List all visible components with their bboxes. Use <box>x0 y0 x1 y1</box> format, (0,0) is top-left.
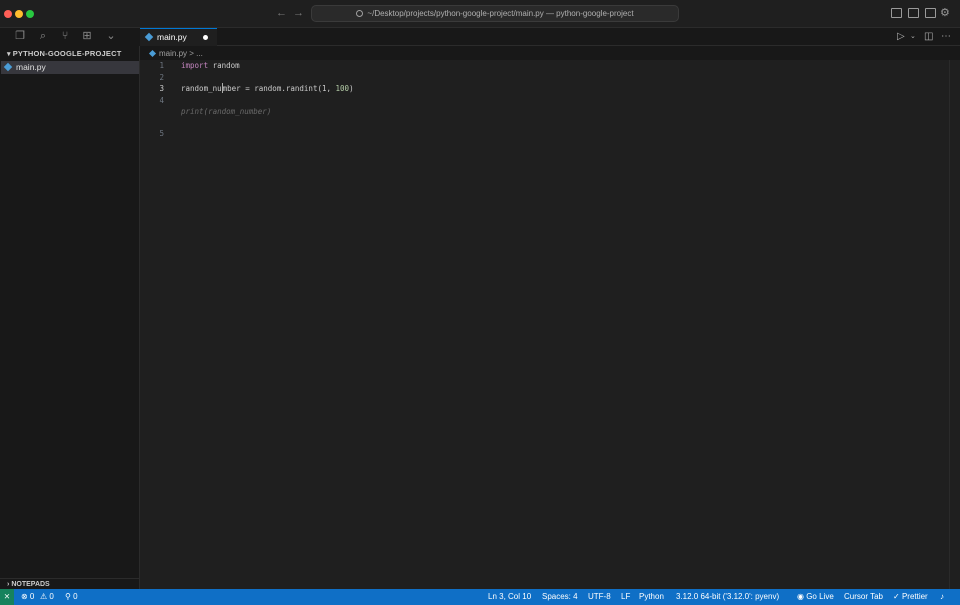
breadcrumb-file[interactable]: main.py <box>159 49 187 58</box>
python-file-icon <box>144 32 154 42</box>
line-number: 5 <box>159 129 164 138</box>
sidebar-item-main-py[interactable]: main.py <box>1 61 139 74</box>
unsaved-dot-icon[interactable] <box>203 35 208 40</box>
run-icon[interactable]: ▷ <box>897 31 905 43</box>
code-editor[interactable]: 1 2 3 4 5 import random random_number = … <box>140 60 960 589</box>
code-line-1[interactable]: import random <box>181 60 240 72</box>
toggle-panel-icon[interactable] <box>908 8 919 18</box>
sidebar: ▾ PYTHON-GOOGLE-PROJECT main.py <box>0 46 140 589</box>
prettier-button[interactable]: ✓ Prettier <box>893 589 928 605</box>
breadcrumb: main.py > ... <box>148 47 203 60</box>
go-live-label: Go Live <box>806 592 834 601</box>
status-bar: ⨯ ⊗ 0 ⚠ 0 ⚲ 0 Ln 3, Col 10 Spaces: 4 UTF… <box>0 589 960 605</box>
chevron-down-icon[interactable]: ⌄ <box>105 30 117 42</box>
forward-arrow-icon[interactable]: → <box>293 7 304 19</box>
split-editor-icon[interactable]: ◫ <box>924 31 933 43</box>
title-bar: ← → ~/Desktop/projects/python-google-pro… <box>0 0 960 28</box>
toggle-secondary-sidebar-icon[interactable] <box>925 8 936 18</box>
back-arrow-icon[interactable]: ← <box>276 7 287 19</box>
minimize-window-button[interactable] <box>15 10 23 18</box>
activity-bar: ❐ ⌕ ⑂ ⊞ ⌄ <box>0 28 140 46</box>
remote-indicator-icon[interactable]: ⨯ <box>0 589 14 605</box>
broadcast-icon: ◉ <box>797 592 807 601</box>
breadcrumb-rest[interactable]: ... <box>196 49 203 58</box>
settings-gear-icon[interactable]: ⚙ <box>940 6 950 19</box>
cursor-tab-button[interactable]: Cursor Tab <box>844 589 883 605</box>
chevron-down-icon: ▾ <box>7 51 11 58</box>
check-icon: ✓ <box>893 592 902 601</box>
notepads-label: NOTEPADS <box>11 581 50 588</box>
line-number: 1 <box>159 61 164 70</box>
ports-count[interactable]: ⚲ 0 <box>65 589 78 605</box>
close-window-button[interactable] <box>4 10 12 18</box>
window-title: ~/Desktop/projects/python-google-project… <box>367 9 634 18</box>
go-live-button[interactable]: ◉ Go Live <box>797 589 834 605</box>
code-text: mber = random.randint(1, <box>222 84 336 93</box>
maximize-window-button[interactable] <box>26 10 34 18</box>
errors-count[interactable]: ⊗ 0 <box>21 589 34 605</box>
notifications-bell-icon[interactable]: ♪ <box>940 589 944 605</box>
toggle-sidebar-icon[interactable] <box>891 8 902 18</box>
language-mode[interactable]: Python <box>639 589 664 605</box>
warnings-count[interactable]: ⚠ 0 <box>40 589 54 605</box>
run-dropdown-icon[interactable]: ⌄ <box>910 31 916 43</box>
tab-main-py[interactable]: main.py <box>140 28 217 46</box>
keyword-import: import <box>181 61 209 70</box>
search-icon <box>356 10 364 17</box>
line-number: 4 <box>159 96 164 105</box>
code-text: random <box>208 61 240 70</box>
ghost-suggestion[interactable]: print(random_number) <box>181 106 271 118</box>
command-center[interactable]: ~/Desktop/projects/python-google-project… <box>311 5 679 22</box>
prettier-label: Prettier <box>901 592 928 601</box>
search-view-icon[interactable]: ⌕ <box>37 30 49 42</box>
line-number-active: 3 <box>159 84 164 93</box>
extensions-icon[interactable]: ⊞ <box>81 30 93 42</box>
python-file-icon <box>3 62 13 72</box>
breadcrumb-separator: > <box>189 49 194 58</box>
project-section-header[interactable]: ▾ PYTHON-GOOGLE-PROJECT <box>0 47 140 61</box>
explorer-icon[interactable]: ❐ <box>14 30 26 42</box>
code-text: ) <box>349 84 354 93</box>
more-actions-icon[interactable]: ⋯ <box>941 31 951 43</box>
tab-label: main.py <box>157 32 187 42</box>
source-control-icon[interactable]: ⑂ <box>59 30 71 42</box>
encoding[interactable]: UTF-8 <box>588 589 611 605</box>
code-text: random_nu <box>181 84 222 93</box>
indentation[interactable]: Spaces: 4 <box>542 589 578 605</box>
project-name: PYTHON-GOOGLE-PROJECT <box>12 49 122 58</box>
number-literal: 100 <box>335 84 350 93</box>
python-file-icon <box>148 49 157 58</box>
minimap-divider <box>949 60 950 589</box>
python-interpreter[interactable]: 3.12.0 64-bit ('3.12.0': pyenv) <box>676 589 779 605</box>
file-name: main.py <box>16 62 46 72</box>
tab-bar: main.py ▷ ⌄ ◫ ⋯ <box>140 28 960 46</box>
code-line-3[interactable]: random_number = random.randint(1, 100) <box>181 83 354 95</box>
notepads-section-header[interactable]: › NOTEPADS <box>0 578 140 589</box>
cursor-position[interactable]: Ln 3, Col 10 <box>488 589 531 605</box>
end-of-line[interactable]: LF <box>621 589 630 605</box>
